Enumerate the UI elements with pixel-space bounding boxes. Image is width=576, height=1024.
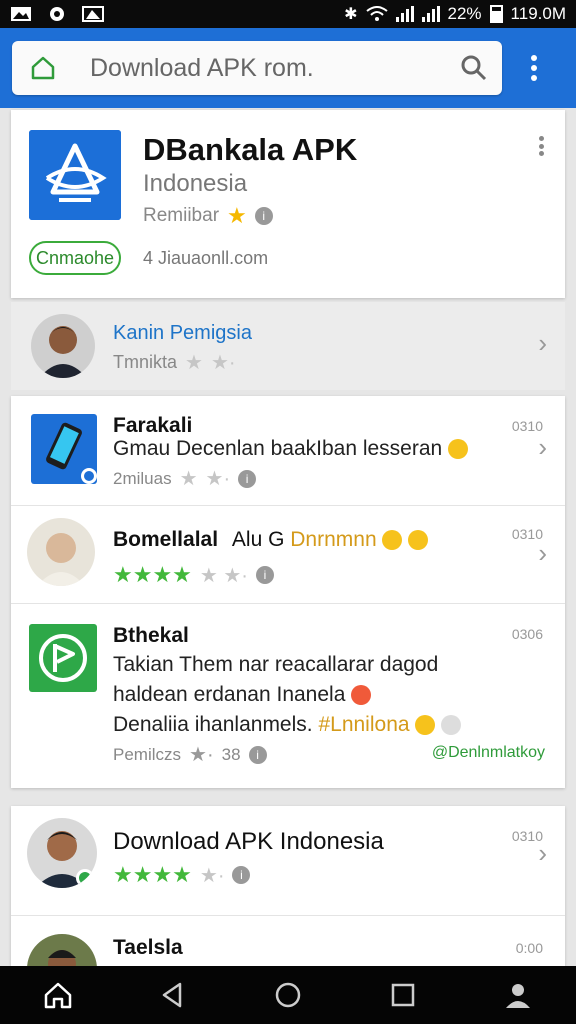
wifi-icon — [365, 6, 388, 21]
battery-icon — [489, 5, 503, 23]
info-icon[interactable]: i — [248, 745, 267, 764]
app-logo-icon — [29, 130, 121, 220]
emoji-icon — [448, 439, 469, 460]
app-title: DBankala APK — [143, 132, 358, 167]
item-description: Gmau Decenlan baakIban lesseran — [113, 434, 469, 464]
app-list: Farakali Gmau Decenlan baakIban lesseran… — [11, 396, 565, 788]
app-subtitle: Indonesia — [143, 170, 248, 197]
avatar — [27, 518, 95, 586]
item-description: Takian Them nar reacallarar dagod haldea… — [113, 650, 462, 740]
list-item[interactable]: Bomellalal Alu G Dnrnmnn ★★★★ ★ ★· i 031… — [11, 506, 565, 604]
item-description-line: Denaliia ihanlanmels. #Lnnilona — [113, 710, 462, 740]
item-description-line: haldean erdanan Inanela — [113, 680, 461, 710]
home-circle-icon[interactable] — [273, 980, 303, 1010]
item-title: Download APK Indonesia — [113, 828, 384, 855]
bluetooth-icon: ✱ — [344, 6, 358, 23]
overflow-menu-icon[interactable] — [524, 51, 544, 85]
chevron-right-icon[interactable]: › — [538, 432, 547, 463]
emoji-icon — [441, 715, 462, 736]
recents-icon[interactable] — [388, 980, 418, 1010]
item-description-orange: #Lnnilona — [318, 713, 410, 736]
search-input[interactable]: Download APK rom. — [90, 54, 460, 83]
item-description-text: Gmau Decenlan baakIban lesseran — [113, 437, 443, 460]
developer-rating: Tmnikta ★ ★· — [113, 350, 236, 375]
star-icon: ★· — [189, 744, 214, 766]
signal-icon — [395, 6, 414, 22]
battery-percent: 22% — [447, 4, 482, 23]
item-description-text: Denaliia ihanlanmels. — [113, 713, 313, 736]
star-icon: ★· — [205, 468, 231, 490]
list-item[interactable]: Download APK Indonesia ★★★★ ★· i 0310 › — [11, 806, 565, 916]
item-rating: ★★★★ ★ ★· i — [113, 562, 274, 588]
status-bar: ✱ 22% 119.0M — [0, 0, 576, 28]
developer-sub: Tmnikta — [113, 352, 178, 372]
item-handle[interactable]: @Denlnmlatkoy — [432, 744, 545, 762]
developer-row[interactable]: Kanin Pemigsia Tmnikta ★ ★· › — [11, 302, 565, 390]
star-icon: ★ ★· — [199, 564, 248, 587]
item-title-extra: Alu G — [231, 528, 285, 551]
star-icon: ★ — [227, 203, 247, 228]
data-rate: 119.0M — [510, 4, 566, 23]
info-icon[interactable]: i — [254, 207, 273, 225]
info-icon[interactable]: i — [232, 866, 251, 884]
search-box[interactable]: Download APK rom. — [12, 41, 502, 95]
star-icon: ★· — [199, 864, 225, 887]
item-title: Taelsla — [113, 936, 183, 959]
item-meta-text: 2miluas — [113, 468, 172, 488]
item-meta: Pemilczs ★· 38 i — [113, 742, 267, 767]
item-time: 0306 — [511, 626, 543, 642]
item-title-text: Bomellalal — [113, 528, 219, 551]
emoji-icon — [408, 530, 429, 551]
image-icon — [11, 7, 31, 21]
item-time: 0:00 — [515, 940, 543, 956]
back-icon[interactable] — [158, 980, 188, 1010]
signal-icon-2 — [421, 6, 440, 22]
item-meta-text: Pemilczs — [113, 744, 182, 764]
item-description-text: haldean erdanan Inanela — [113, 683, 346, 706]
list-item[interactable]: Bthekal Takian Them nar reacallarar dago… — [11, 604, 565, 788]
chevron-right-icon[interactable]: › — [538, 328, 547, 359]
home-icon[interactable] — [43, 980, 73, 1010]
app-icon — [29, 624, 97, 692]
toolbar: Download APK rom. — [0, 28, 576, 108]
list-item[interactable]: Taelsla 0:00 — [11, 916, 565, 1004]
target-icon — [50, 7, 64, 21]
item-rating: ★★★★ ★· i — [113, 862, 251, 888]
featured-app-card[interactable]: DBankala APK Indonesia Remiibar ★ i Cnma… — [11, 110, 565, 298]
chevron-right-icon[interactable]: › — [538, 838, 547, 869]
avatar — [27, 818, 97, 888]
home-icon[interactable] — [30, 55, 56, 81]
star-icon: ★· — [210, 352, 236, 374]
emoji-icon — [382, 530, 403, 551]
rating-label: Remiibar — [143, 205, 220, 226]
search-icon[interactable] — [460, 54, 488, 82]
item-meta: 2miluas ★ ★· i — [113, 466, 257, 491]
app-icon — [31, 414, 97, 484]
info-icon[interactable]: i — [255, 566, 274, 584]
download-count: 4 Jiauaonll.com — [143, 248, 269, 268]
list-item[interactable]: Farakali Gmau Decenlan baakIban lesseran… — [11, 396, 565, 506]
app-list: Download APK Indonesia ★★★★ ★· i 0310 › … — [11, 806, 565, 1004]
star-icon: ★★★★ — [113, 862, 192, 887]
avatar — [31, 314, 95, 378]
chevron-right-icon[interactable]: › — [538, 538, 547, 569]
info-icon[interactable]: i — [238, 469, 257, 488]
developer-name[interactable]: Kanin Pemigsia — [113, 322, 252, 345]
item-meta-number: 38 — [221, 744, 241, 764]
profile-icon[interactable] — [503, 980, 533, 1010]
navigation-bar — [0, 966, 576, 1024]
item-title: Bomellalal Alu G Dnrnmnn — [113, 528, 429, 552]
emoji-icon — [415, 715, 436, 736]
item-title-orange: Dnrnmnn — [290, 528, 377, 551]
star-icon: ★ — [185, 352, 203, 374]
star-icon: ★ — [179, 468, 198, 490]
item-description-line: Takian Them nar reacallarar dagod — [113, 653, 439, 676]
star-icon: ★★★★ — [113, 562, 192, 587]
emoji-icon — [351, 685, 372, 706]
item-title: Bthekal — [113, 624, 189, 647]
more-options-icon[interactable] — [539, 136, 545, 156]
app-rating: Remiibar ★ i — [143, 203, 273, 229]
install-button[interactable]: Cnmaohe — [29, 241, 121, 275]
gallery-icon — [82, 6, 104, 22]
